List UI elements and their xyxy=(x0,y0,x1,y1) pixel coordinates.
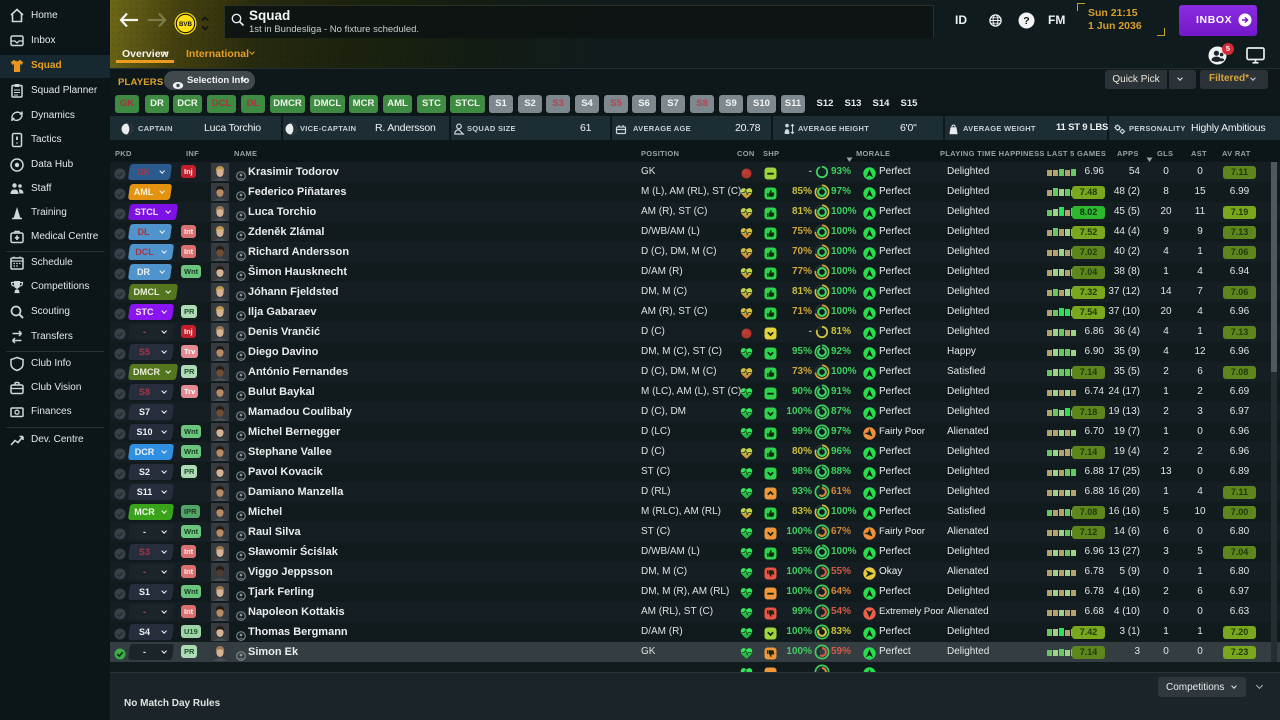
svg-text:?: ? xyxy=(1023,15,1029,27)
svg-text:BVB: BVB xyxy=(179,21,193,28)
